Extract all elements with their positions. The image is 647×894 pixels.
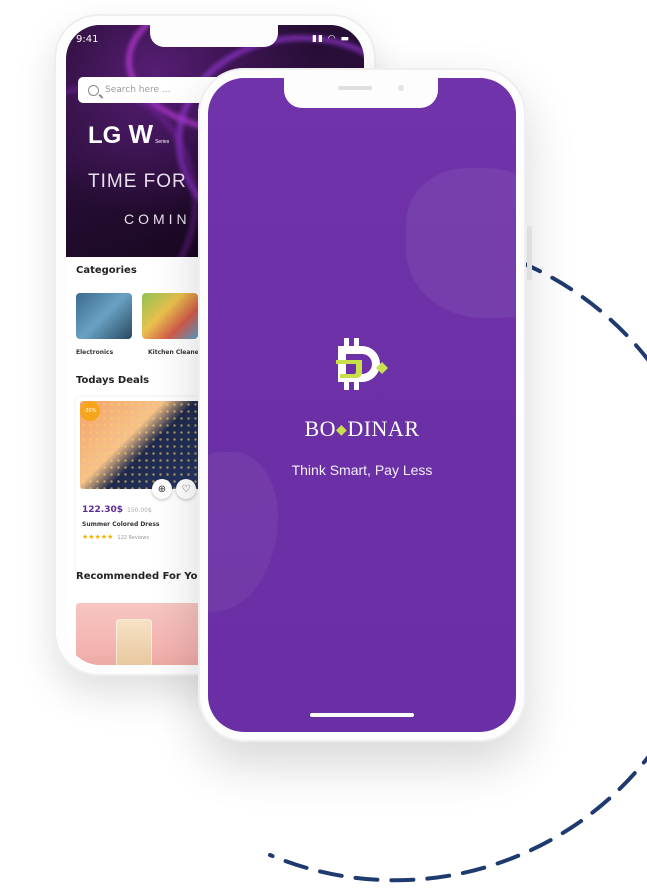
front-camera bbox=[398, 85, 404, 91]
deal-old-price: 150.00$ bbox=[127, 507, 152, 514]
front-phone-mockup bbox=[198, 68, 526, 742]
front-phone-notch bbox=[284, 78, 438, 108]
category-kitchen-image[interactable] bbox=[142, 293, 198, 339]
recommended-product-image[interactable] bbox=[76, 603, 200, 665]
search-icon bbox=[88, 84, 99, 96]
category-label[interactable]: Kitchen Cleaner bbox=[148, 349, 202, 356]
brand-tagline: Think Smart, Pay Less bbox=[291, 462, 433, 478]
speaker-grille bbox=[338, 86, 372, 90]
bodinar-logo-icon bbox=[336, 338, 388, 390]
cart-icon[interactable]: ⊕ bbox=[152, 479, 172, 499]
banner-brand-logo: LG W Series bbox=[88, 119, 170, 149]
heart-icon[interactable]: ♡ bbox=[176, 479, 196, 499]
deals-title: Todays Deals bbox=[76, 375, 150, 386]
deal-price: 122.30$ 150.00$ bbox=[82, 505, 152, 515]
category-label[interactable]: Electronics bbox=[76, 349, 113, 356]
status-time: 9:41 bbox=[76, 33, 99, 45]
splash-screen bbox=[208, 78, 516, 732]
signal-battery-icon: ▮▮ ◠ ▬ bbox=[312, 34, 350, 44]
deal-product-name: Summer Colored Dress bbox=[82, 521, 160, 528]
brand-name: BO◆DINAR bbox=[304, 416, 420, 441]
recommended-title: Recommended For You bbox=[76, 571, 205, 582]
banner-subheadline: COMIN bbox=[124, 211, 191, 227]
banner-headline: TIME FOR bbox=[88, 171, 187, 192]
review-count: 122 Reviews bbox=[117, 535, 149, 541]
status-bar: 9:41 ▮▮ ◠ ▬ bbox=[76, 31, 350, 47]
phone-side-button bbox=[527, 226, 532, 280]
rating-stars: ★★★★★ 122 Reviews bbox=[82, 533, 149, 541]
discount-badge: -30% bbox=[80, 401, 100, 421]
categories-title: Categories bbox=[76, 265, 137, 276]
category-electronics-image[interactable] bbox=[76, 293, 132, 339]
search-placeholder: Search here ... bbox=[105, 85, 171, 95]
home-indicator[interactable] bbox=[310, 713, 414, 717]
